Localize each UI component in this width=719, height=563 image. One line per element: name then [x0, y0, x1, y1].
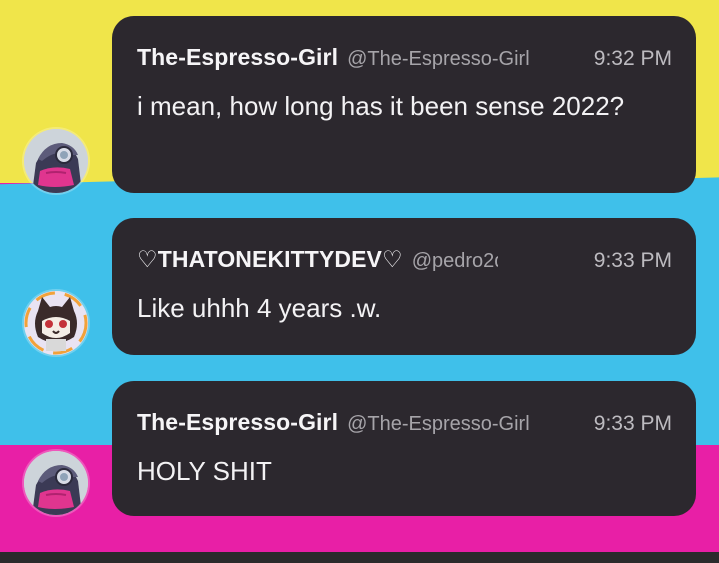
background-bottom-edge — [0, 552, 719, 563]
author-name[interactable]: ♡THATONEKITTYDEV♡ — [137, 246, 403, 273]
goggles-avatar-icon — [24, 129, 88, 193]
cat-avatar-icon — [24, 291, 88, 355]
message-card[interactable]: The-Espresso-Girl @The-Espresso-Girl 9:3… — [112, 381, 696, 516]
message-timestamp: 9:33 PM — [593, 412, 672, 435]
message-card[interactable]: The-Espresso-Girl @The-Espresso-Girl 9:3… — [112, 16, 696, 193]
author-handle[interactable]: @pedro2d — [412, 250, 498, 273]
message-text: HOLY SHIT — [137, 456, 272, 486]
author-name[interactable]: The-Espresso-Girl — [137, 44, 338, 71]
message-timestamp: 9:32 PM — [593, 47, 672, 70]
author-handle[interactable]: @The-Espresso-Girl — [347, 48, 530, 71]
message-text: Like uhhh 4 years .w. — [137, 293, 382, 323]
avatar[interactable] — [24, 451, 88, 515]
author-name[interactable]: The-Espresso-Girl — [137, 409, 338, 436]
message-timestamp: 9:33 PM — [593, 249, 672, 272]
author-handle[interactable]: @The-Espresso-Girl — [347, 413, 530, 436]
avatar[interactable] — [24, 129, 88, 193]
avatar[interactable] — [24, 291, 88, 355]
message-text: i mean, how long has it been sense 2022? — [137, 91, 625, 121]
goggles-avatar-icon — [24, 451, 88, 515]
message-card[interactable]: ♡THATONEKITTYDEV♡ @pedro2d 9:33 PM Like … — [112, 218, 696, 355]
